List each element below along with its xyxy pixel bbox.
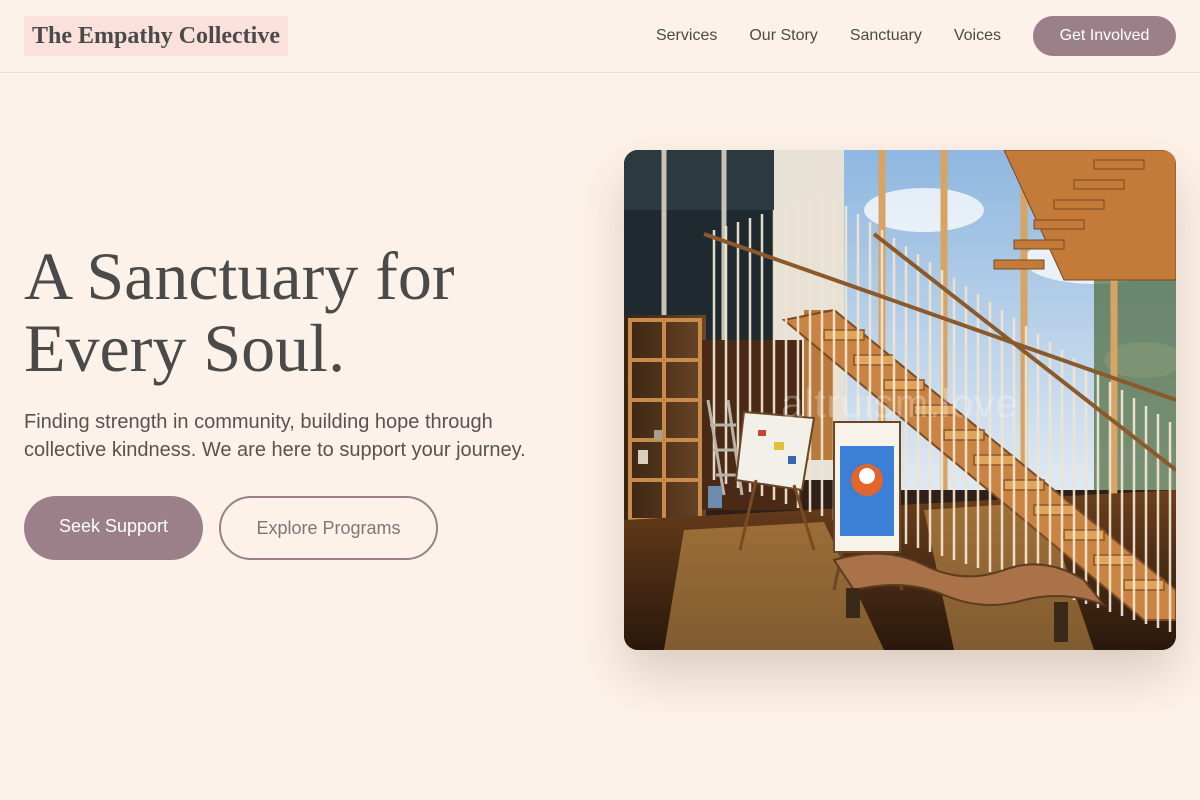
- hero-subtitle: Finding strength in community, building …: [24, 408, 584, 464]
- hero-title-line-1: A Sanctuary for: [24, 238, 455, 314]
- hero-title-line-2: Every Soul.: [24, 310, 346, 386]
- hero-photo-staircase: altruism.love: [624, 150, 1176, 650]
- seek-support-button[interactable]: Seek Support: [24, 496, 203, 560]
- hero-title: A Sanctuary for Every Soul.: [24, 240, 584, 384]
- nav-link-services[interactable]: Services: [656, 27, 717, 45]
- explore-programs-button[interactable]: Explore Programs: [219, 496, 438, 560]
- top-navbar: The Empathy Collective Services Our Stor…: [0, 0, 1200, 73]
- image-watermark: altruism.love: [781, 382, 1019, 426]
- hero-subtitle-line-2: collective kindness. We are here to supp…: [24, 439, 526, 461]
- nav-link-our-story[interactable]: Our Story: [749, 27, 817, 45]
- brand-logo[interactable]: The Empathy Collective: [24, 16, 288, 56]
- hero-subtitle-line-1: Finding strength in community, building …: [24, 411, 493, 433]
- nav-link-voices[interactable]: Voices: [954, 27, 1001, 45]
- main-nav: Services Our Story Sanctuary Voices Get …: [656, 16, 1176, 56]
- get-involved-button[interactable]: Get Involved: [1033, 16, 1176, 56]
- nav-link-sanctuary[interactable]: Sanctuary: [850, 27, 922, 45]
